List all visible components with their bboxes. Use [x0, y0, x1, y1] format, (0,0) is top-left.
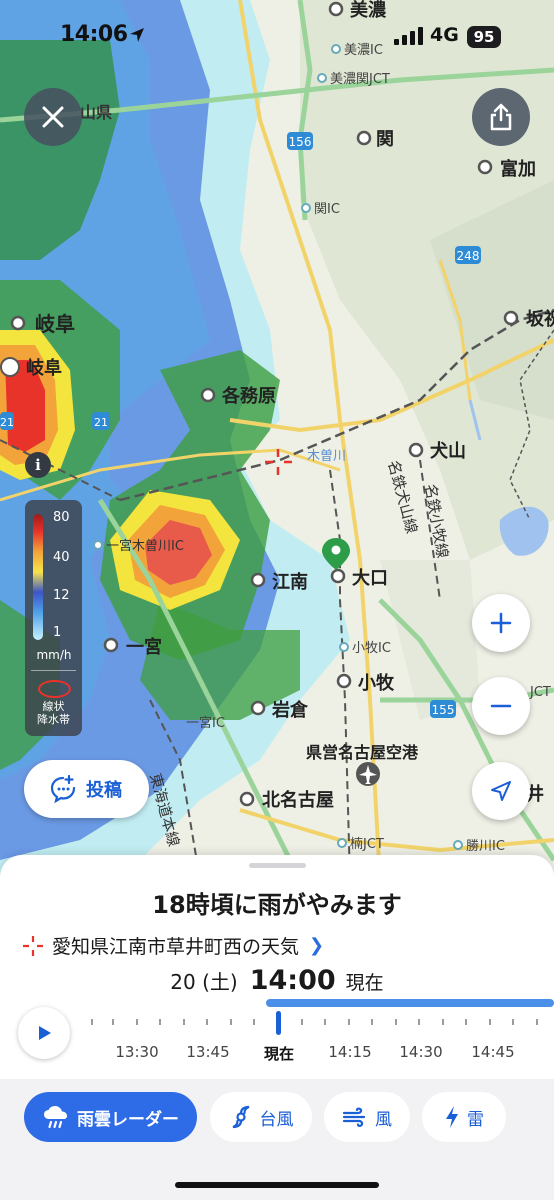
- route-shield: 21: [0, 416, 14, 429]
- play-button[interactable]: [18, 1007, 70, 1059]
- time-slider[interactable]: 13:30 13:45 現在 14:15 14:30 14:45: [90, 995, 554, 1085]
- map-label: 関IC: [314, 202, 340, 217]
- timeline-label: 現在: [263, 1045, 295, 1063]
- location-name: 愛知県江南市草井町西の天気: [52, 936, 300, 958]
- map-label: 勝川IC: [466, 839, 505, 854]
- tab-wind[interactable]: 風: [324, 1092, 410, 1142]
- rain-cloud-icon: [44, 1106, 67, 1129]
- post-icon: [50, 774, 76, 804]
- map-label: 一宮IC: [186, 715, 225, 731]
- timeline-label: 14:15: [328, 1043, 372, 1061]
- map-label: 山県: [80, 103, 112, 122]
- map-label: 一宮木曽川IC: [106, 538, 184, 554]
- layer-tabbar: 雨雲レーダー 台風 風 雷: [0, 1079, 554, 1200]
- map-label: 坂祝: [526, 308, 554, 330]
- map-label: 岐阜: [35, 312, 75, 336]
- share-button[interactable]: [472, 88, 530, 146]
- map-label: 犬山: [430, 440, 466, 462]
- lightning-icon: [446, 1106, 458, 1128]
- forecast-headline: 18時頃に雨がやみます: [152, 891, 402, 919]
- location-arrow-icon: [130, 28, 144, 42]
- home-indicator: [175, 1182, 379, 1188]
- map-label: 楠JCT: [350, 837, 384, 852]
- post-button[interactable]: 投稿: [24, 760, 149, 818]
- map-label: 岩倉: [271, 699, 309, 721]
- timeline-label: 13:30: [115, 1043, 159, 1061]
- map-label: 小牧: [358, 672, 395, 694]
- map-label: 美濃関JCT: [330, 72, 390, 87]
- share-icon: [490, 103, 512, 131]
- map-label: JCT: [529, 685, 551, 700]
- route-shield: 248: [457, 249, 480, 263]
- zoom-out-button[interactable]: [472, 677, 530, 735]
- zoom-in-button[interactable]: [472, 594, 530, 652]
- status-bar: 14:06 4G 95: [0, 0, 554, 70]
- timeline-track: [91, 999, 554, 1035]
- play-icon: [39, 1026, 51, 1040]
- legend-color-scale: [33, 514, 43, 640]
- legend-unit: mm/h: [36, 648, 72, 662]
- navigation-arrow-icon: [491, 781, 511, 801]
- sheet-grabber[interactable]: [249, 863, 306, 868]
- map-label: 木曽川: [307, 449, 346, 464]
- selected-date: 20 (土): [170, 970, 238, 994]
- network-type: 4G: [430, 24, 459, 46]
- tab-label: 雷: [467, 1109, 484, 1130]
- status-time: 14:06: [60, 22, 128, 47]
- minus-icon: [490, 704, 512, 708]
- route-shield: 21: [94, 416, 108, 429]
- chevron-right-icon: ❯: [309, 935, 325, 956]
- close-button[interactable]: [24, 88, 82, 146]
- wind-icon: [342, 1107, 366, 1128]
- timeline-label: 14:45: [471, 1043, 515, 1061]
- tab-lightning[interactable]: 雷: [422, 1092, 506, 1142]
- timeline-label: 14:30: [399, 1043, 443, 1061]
- selected-time: 14:00: [249, 965, 336, 996]
- tab-label: 台風: [259, 1109, 294, 1130]
- map-label: 岐阜: [26, 357, 62, 379]
- map-label: 一宮: [126, 636, 162, 658]
- legend-tick: 1: [53, 625, 62, 640]
- tab-label: 風: [375, 1109, 392, 1130]
- post-label: 投稿: [86, 780, 122, 801]
- timeline-label: 13:45: [186, 1043, 230, 1061]
- legend-band-label: 線状 降水帯: [37, 700, 70, 726]
- legend-divider: [31, 670, 76, 671]
- battery-level: 95: [467, 26, 501, 48]
- crosshair-icon: [23, 935, 43, 956]
- map-label: 大口: [352, 567, 388, 589]
- rain-radar-map[interactable]: 156 248 155 21 21 美濃 関 富加 坂祝 岐阜 岐阜 各務原 犬…: [0, 0, 554, 880]
- legend-tick: 80: [53, 510, 70, 525]
- plus-icon: [490, 612, 512, 634]
- close-icon: [42, 106, 64, 128]
- map-label: 関: [376, 129, 394, 150]
- weather-sheet: 18時頃に雨がやみます 愛知県江南市草井町西の天気 ❯ 20 (土) 14:00 現…: [0, 855, 554, 1200]
- legend-tick: 40: [53, 550, 70, 565]
- current-location-button[interactable]: [472, 762, 530, 820]
- route-shield: 156: [289, 135, 312, 149]
- map-label: 県営名古屋空港: [306, 743, 419, 762]
- map-label: 各務原: [221, 385, 276, 407]
- legend-tick: 12: [53, 588, 70, 603]
- map-label: 小牧IC: [352, 641, 391, 656]
- tab-rain-radar[interactable]: 雨雲レーダー: [24, 1092, 197, 1142]
- linear-rainband-icon: [38, 680, 71, 698]
- tab-label: 雨雲レーダー: [77, 1109, 179, 1130]
- selected-datetime: 20 (土) 14:00 現在: [0, 965, 554, 996]
- info-button[interactable]: i: [25, 452, 51, 478]
- location-link[interactable]: 愛知県江南市草井町西の天気 ❯: [22, 932, 324, 959]
- slider-thumb: [276, 1011, 281, 1035]
- typhoon-icon: [232, 1105, 249, 1129]
- tab-typhoon[interactable]: 台風: [210, 1092, 312, 1142]
- map-label: 富加: [500, 158, 536, 180]
- now-indicator: 現在: [345, 972, 384, 994]
- route-shield: 155: [432, 703, 455, 717]
- map-label: 北名古屋: [262, 789, 334, 811]
- map-label: 江南: [272, 571, 308, 593]
- precipitation-legend: 80 40 12 1 mm/h 線状 降水帯: [25, 500, 82, 736]
- signal-icon: [394, 27, 423, 45]
